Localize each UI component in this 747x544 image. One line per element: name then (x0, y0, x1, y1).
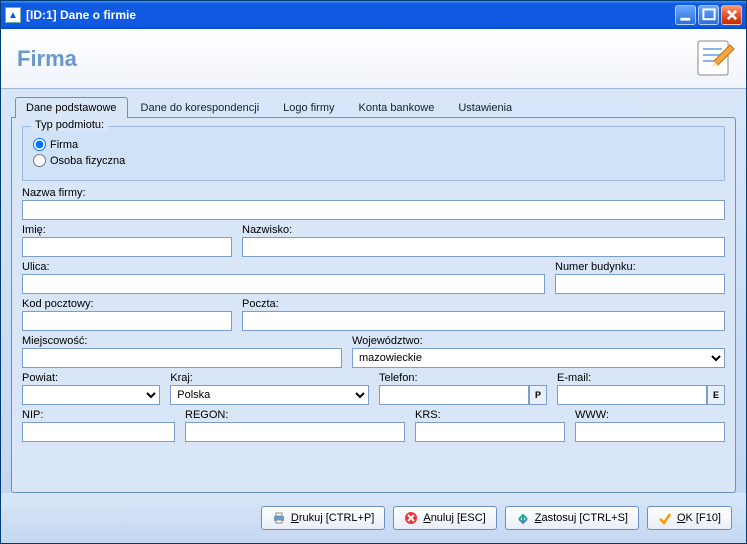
label-nazwa-firmy: Nazwa firmy: (22, 187, 725, 199)
input-www[interactable] (575, 422, 725, 442)
input-krs[interactable] (415, 422, 565, 442)
input-numer-budynku[interactable] (555, 274, 725, 294)
typ-podmiotu-group: Typ podmiotu: Firma Osoba fizyczna (22, 126, 725, 181)
ok-icon (658, 511, 672, 525)
email-picker-button[interactable]: E (707, 385, 725, 405)
radio-osoba[interactable] (33, 154, 46, 167)
printer-icon (272, 511, 286, 525)
app-icon: ▲ (5, 7, 21, 23)
label-powiat: Powiat: (22, 372, 160, 384)
input-regon[interactable] (185, 422, 405, 442)
button-bar: Drukuj [CTRL+P] Anuluj [ESC] Zastosuj [C… (1, 493, 746, 543)
select-powiat[interactable] (22, 385, 160, 405)
input-email[interactable] (557, 385, 707, 405)
label-imie: Imię: (22, 224, 232, 236)
header: Firma (1, 29, 746, 89)
minimize-button[interactable] (675, 5, 696, 25)
ok-label: OK [F10] (677, 512, 721, 524)
input-poczta[interactable] (242, 311, 725, 331)
tab-logo-firmy[interactable]: Logo firmy (272, 97, 345, 118)
titlebar: ▲ [ID:1] Dane o firmie (1, 1, 746, 29)
input-ulica[interactable] (22, 274, 545, 294)
label-kod-pocztowy: Kod pocztowy: (22, 298, 232, 310)
input-telefon[interactable] (379, 385, 529, 405)
label-poczta: Poczta: (242, 298, 725, 310)
phone-picker-button[interactable]: P (529, 385, 547, 405)
group-legend: Typ podmiotu: (31, 119, 108, 131)
select-wojewodztwo[interactable]: mazowieckie (352, 348, 725, 368)
app-window: ▲ [ID:1] Dane o firmie Firma (0, 0, 747, 544)
ok-button[interactable]: OK [F10] (647, 506, 732, 530)
tab-konta-bankowe[interactable]: Konta bankowe (348, 97, 446, 118)
label-nip: NIP: (22, 409, 175, 421)
label-kraj: Kraj: (170, 372, 369, 384)
input-imie[interactable] (22, 237, 232, 257)
label-ulica: Ulica: (22, 261, 545, 273)
label-www: WWW: (575, 409, 725, 421)
radio-firma-label: Firma (50, 139, 78, 151)
page-title: Firma (17, 46, 77, 72)
window-title: [ID:1] Dane o firmie (26, 8, 675, 22)
input-nip[interactable] (22, 422, 175, 442)
label-nazwisko: Nazwisko: (242, 224, 725, 236)
maximize-button[interactable] (698, 5, 719, 25)
radio-firma[interactable] (33, 138, 46, 151)
tab-panel: Typ podmiotu: Firma Osoba fizyczna Nazwa… (11, 117, 736, 493)
apply-button[interactable]: Zastosuj [CTRL+S] (505, 506, 639, 530)
label-wojewodztwo: Województwo: (352, 335, 725, 347)
tab-strip: Dane podstawowe Dane do korespondencji L… (15, 97, 736, 118)
cancel-label: Anuluj [ESC] (423, 512, 485, 524)
content: Dane podstawowe Dane do korespondencji L… (1, 89, 746, 493)
notepad-edit-icon (694, 37, 736, 79)
label-regon: REGON: (185, 409, 405, 421)
label-numer-budynku: Numer budynku: (555, 261, 725, 273)
print-label: Drukuj [CTRL+P] (291, 512, 374, 524)
apply-label: Zastosuj [CTRL+S] (535, 512, 628, 524)
select-kraj[interactable]: Polska (170, 385, 369, 405)
label-telefon: Telefon: (379, 372, 547, 384)
label-miejscowosc: Miejscowość: (22, 335, 342, 347)
label-email: E-mail: (557, 372, 725, 384)
input-kod-pocztowy[interactable] (22, 311, 232, 331)
apply-icon (516, 511, 530, 525)
tab-dane-podstawowe[interactable]: Dane podstawowe (15, 97, 128, 118)
input-miejscowosc[interactable] (22, 348, 342, 368)
radio-osoba-label: Osoba fizyczna (50, 155, 125, 167)
input-nazwisko[interactable] (242, 237, 725, 257)
tab-dane-do-korespondencji[interactable]: Dane do korespondencji (130, 97, 271, 118)
print-button[interactable]: Drukuj [CTRL+P] (261, 506, 385, 530)
label-krs: KRS: (415, 409, 565, 421)
tab-ustawienia[interactable]: Ustawienia (447, 97, 523, 118)
cancel-button[interactable]: Anuluj [ESC] (393, 506, 496, 530)
close-button[interactable] (721, 5, 742, 25)
input-nazwa-firmy[interactable] (22, 200, 725, 220)
cancel-icon (404, 511, 418, 525)
